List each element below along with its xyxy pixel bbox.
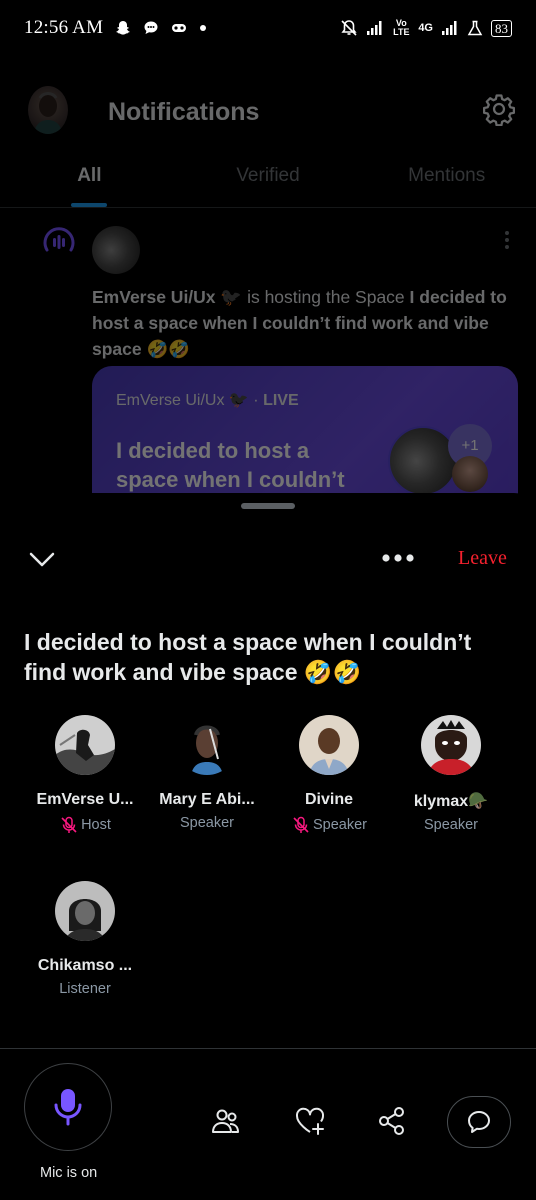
game-controller-icon <box>171 22 187 34</box>
mute-bell-icon <box>340 19 358 37</box>
tab-mentions[interactable]: Mentions <box>357 152 536 207</box>
signal-icon <box>366 20 384 36</box>
leave-button[interactable]: Leave <box>458 547 507 570</box>
space-action-bar: Mic is on <box>0 1048 536 1200</box>
card-host-avatar <box>388 426 458 496</box>
chat-icon <box>468 1111 490 1133</box>
tab-verified[interactable]: Verified <box>179 152 358 207</box>
share-icon[interactable] <box>375 1104 409 1138</box>
avatar <box>55 881 115 941</box>
space-title: I decided to host a space when I couldn’… <box>24 629 472 685</box>
card-title: I decided to host a space when I couldn’… <box>116 438 345 492</box>
page-title: Notifications <box>108 98 260 126</box>
avatar <box>177 715 237 775</box>
microphone-icon <box>54 1089 82 1126</box>
notification-middle-text: is hosting the Space <box>242 287 410 307</box>
participant-name: klymax🪖 <box>413 793 489 810</box>
notification-text: EmVerse Ui/Ux 🐦‍⬛ is hosting the Space I… <box>92 284 517 362</box>
avatar <box>421 715 481 775</box>
chevron-down-icon[interactable] <box>28 545 56 573</box>
volte-label: Vo LTE <box>393 18 410 37</box>
avatar <box>299 715 359 775</box>
participant-role: Speaker <box>268 815 390 835</box>
participant[interactable]: klymax🪖 Speaker <box>390 715 512 833</box>
signal-icon <box>441 20 459 36</box>
avatar <box>55 715 115 775</box>
card-host-name: EmVerse Ui/Ux 🐦‍⬛ · <box>116 392 264 409</box>
network-label: 4G <box>418 22 433 34</box>
host-avatar[interactable] <box>92 226 140 274</box>
participant[interactable]: Mary E Abi... Speaker <box>146 715 268 831</box>
mic-muted-icon <box>293 816 309 833</box>
host-name[interactable]: EmVerse Ui/Ux 🐦‍⬛ <box>92 287 242 307</box>
role-label: Host <box>81 817 111 833</box>
participant-role: Host <box>24 815 146 835</box>
chat-bubble-icon <box>143 20 159 36</box>
more-options-icon[interactable] <box>504 230 510 250</box>
tab-all[interactable]: All <box>0 152 179 207</box>
snapchat-icon <box>115 20 131 36</box>
sheet-grabber[interactable] <box>241 503 295 509</box>
more-options-icon[interactable] <box>380 551 416 565</box>
participant-role: Listener <box>24 981 146 997</box>
live-badge: LIVE <box>263 392 299 409</box>
role-label: Speaker <box>312 817 367 833</box>
people-icon[interactable] <box>209 1104 243 1138</box>
notifications-tabs: All Verified Mentions <box>0 152 536 208</box>
participant-role: Speaker <box>390 817 512 833</box>
mic-muted-icon <box>61 816 77 833</box>
heart-plus-icon[interactable] <box>293 1104 327 1138</box>
role-label: Listener <box>59 981 111 997</box>
dot-icon <box>199 24 207 32</box>
participant[interactable]: EmVerse U... Host <box>24 715 146 835</box>
gear-icon[interactable] <box>482 92 516 127</box>
chat-button[interactable] <box>447 1096 511 1148</box>
participant[interactable]: Divine Speaker <box>268 715 390 835</box>
battery-icon: 83 <box>491 19 512 37</box>
participant-name: Divine <box>304 791 353 808</box>
profile-avatar[interactable] <box>28 86 68 134</box>
card-speaker-avatar <box>452 456 488 492</box>
participant-name: Mary E Abi... <box>159 791 255 808</box>
notifications-header: Notifications <box>0 72 536 152</box>
participant-name: Chikamso ... <box>37 957 133 974</box>
participant-name: EmVerse U... <box>36 791 134 808</box>
space-notification[interactable]: EmVerse Ui/Ux 🐦‍⬛ is hosting the Space I… <box>0 216 536 526</box>
notifications-background: Notifications All Verified Mentions EmVe… <box>0 56 536 526</box>
card-host-line: EmVerse Ui/Ux 🐦‍⬛ · LIVE <box>116 390 299 410</box>
status-time: 12:56 AM <box>24 17 104 38</box>
alarm-flask-icon <box>467 20 483 36</box>
participant-role: Speaker <box>146 815 268 831</box>
status-bar: 12:56 AM Vo LTE 4G 83 <box>0 0 536 56</box>
spaces-icon <box>42 226 76 260</box>
role-label: Speaker <box>179 815 234 831</box>
mic-status-label: Mic is on <box>40 1165 98 1181</box>
participant[interactable]: Chikamso ... Listener <box>24 881 146 997</box>
mic-button[interactable] <box>24 1063 112 1151</box>
role-label: Speaker <box>423 817 478 833</box>
